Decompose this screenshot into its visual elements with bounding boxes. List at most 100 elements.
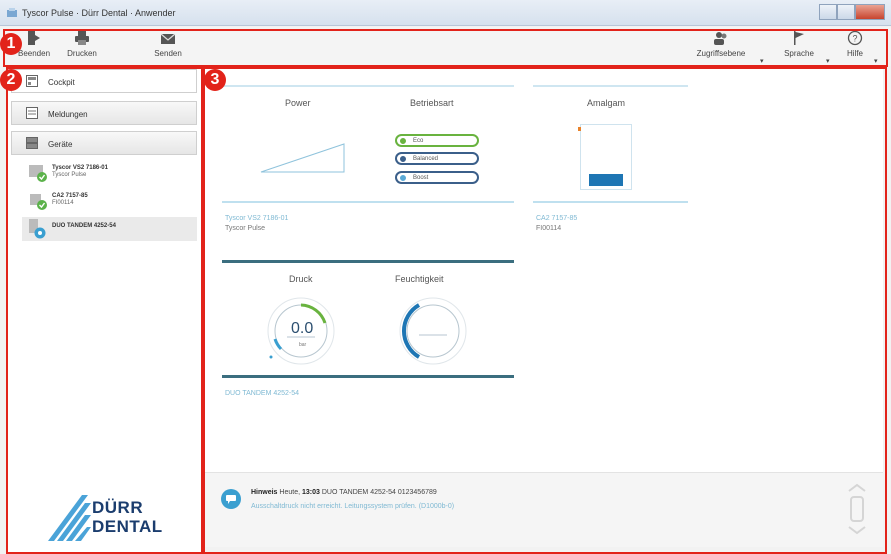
mode-balanced-label: Balanced (413, 156, 439, 162)
chat-bubble-icon (221, 489, 241, 509)
help-icon: ? (847, 30, 863, 46)
notification-scroll-icon[interactable] (845, 481, 869, 537)
nav-meldungen[interactable]: Meldungen (11, 101, 197, 125)
device-name: Tyscor VS2 7186-01 (52, 165, 108, 171)
card-divider (533, 85, 688, 87)
card-divider (533, 201, 688, 203)
devices-icon (26, 137, 38, 149)
maximize-button[interactable] (837, 4, 855, 20)
notification-detail[interactable]: Ausschaltdruck nicht erreicht. Leitungss… (251, 503, 454, 510)
notification-day: Heute, (279, 489, 301, 496)
toolbar: Beenden Drucken Senden Zugriffsebene ▾ S… (0, 27, 891, 66)
minimize-button[interactable] (819, 4, 837, 20)
window-title: Tyscor Pulse · Dürr Dental · Anwender (22, 8, 176, 18)
hilfe-caret-icon[interactable]: ▾ (874, 57, 878, 65)
card-divider (222, 201, 514, 203)
card1-device-link[interactable]: Tyscor VS2 7186-01 (225, 215, 288, 222)
device-sub: FI00114 (52, 200, 74, 206)
mode-eco-radio-icon (399, 137, 407, 145)
humidity-gauge (399, 297, 467, 365)
zugriffsebene-button[interactable]: Zugriffsebene (693, 30, 749, 64)
printer-icon (75, 31, 89, 45)
hilfe-button[interactable]: ? Hilfe (840, 30, 870, 64)
senden-label: Senden (154, 49, 182, 58)
device-item[interactable]: Tyscor VS2 7186-01 Tyscor Pulse (28, 163, 198, 189)
flag-icon (794, 31, 804, 45)
zugriffsebene-caret-icon[interactable]: ▾ (760, 57, 764, 65)
nav-geraete[interactable]: Geräte (11, 131, 197, 155)
device-item[interactable]: CA2 7157-85 FI00114 (28, 191, 198, 217)
cockpit-panel: Power Betriebsart Eco Balanced Boost Tys… (205, 67, 883, 547)
power-title: Power (285, 98, 311, 108)
callout-marker-2: 2 (0, 69, 22, 91)
drucken-button[interactable]: Drucken (62, 30, 102, 64)
sprache-label: Sprache (784, 49, 814, 58)
hilfe-label: Hilfe (846, 49, 863, 58)
beenden-label: Beenden (17, 49, 51, 58)
callout-marker-3: 3 (204, 69, 226, 91)
card-divider (222, 260, 514, 263)
mode-boost-label: Boost (413, 175, 429, 181)
mode-boost-button[interactable]: Boost (395, 171, 479, 184)
device-item-selected[interactable]: DUO TANDEM 4252-54 (22, 217, 197, 241)
card2-device-link[interactable]: CA2 7157-85 (536, 215, 577, 222)
device-sub: Tyscor Pulse (52, 172, 87, 178)
device-status-ok-icon (29, 165, 47, 182)
notification-header: Hinweis Heute, 13:03 DUO TANDEM 4252-54 … (251, 489, 437, 496)
senden-button[interactable]: Senden (148, 30, 188, 64)
messages-icon (26, 107, 38, 119)
notification-bar: Hinweis Heute, 13:03 DUO TANDEM 4252-54 … (205, 472, 883, 547)
close-button[interactable] (855, 4, 885, 20)
envelope-icon (160, 33, 176, 44)
nav-cockpit-label: Cockpit (48, 78, 75, 87)
mode-eco-label: Eco (413, 138, 424, 144)
druck-title: Druck (289, 274, 313, 284)
feuchtigkeit-title: Feuchtigkeit (395, 274, 444, 284)
device-name: CA2 7157-85 (52, 193, 88, 199)
sprache-button[interactable]: Sprache (777, 30, 821, 64)
device-status-ok-icon (30, 194, 47, 210)
amalgam-warning-marker (578, 127, 581, 131)
mode-boost-radio-icon (399, 174, 407, 182)
notification-type: Hinweis (251, 489, 278, 496)
card3-device-link[interactable]: DUO TANDEM 4252-54 (225, 390, 299, 397)
pressure-value: 0.0 (291, 320, 314, 337)
logo-stripes-icon (48, 495, 91, 541)
amalgam-fill-bar (589, 174, 623, 186)
nav-meldungen-label: Meldungen (48, 110, 88, 119)
nav-geraete-label: Geräte (48, 140, 73, 149)
cockpit-icon (26, 75, 38, 87)
sidebar: Cockpit Meldungen Geräte Tyscor VS2 7186… (8, 67, 201, 554)
nav-cockpit[interactable]: Cockpit (11, 69, 197, 93)
window-controls (819, 4, 885, 20)
logo-text-line1: DÜRR (92, 498, 144, 517)
zugriffsebene-label: Zugriffsebene (696, 49, 746, 58)
duerr-dental-logo: DÜRR DENTAL (48, 489, 168, 541)
device-status-info-icon (29, 219, 46, 239)
device-name: DUO TANDEM 4252-54 (52, 223, 116, 229)
drucken-label: Drucken (67, 49, 97, 58)
exit-icon (28, 31, 40, 45)
mode-balanced-button[interactable]: Balanced (395, 152, 479, 165)
card-divider (222, 85, 514, 87)
mode-eco-button[interactable]: Eco (395, 134, 479, 147)
logo-text-line2: DENTAL (92, 517, 163, 536)
card1-device-sub: Tyscor Pulse (225, 225, 266, 232)
callout-marker-1: 1 (0, 33, 22, 55)
pressure-unit: bar (299, 342, 307, 348)
app-icon (7, 8, 17, 17)
card-divider (222, 375, 514, 378)
notification-time: 13:03 (301, 489, 320, 496)
svg-text:?: ? (852, 34, 857, 44)
sprache-caret-icon[interactable]: ▾ (826, 57, 830, 65)
users-icon (714, 32, 727, 45)
amalgam-level-gauge (580, 124, 632, 190)
betriebsart-title: Betriebsart (410, 98, 454, 108)
power-gauge-icon (260, 143, 345, 173)
title-bar: Tyscor Pulse · Dürr Dental · Anwender (0, 0, 891, 26)
card2-device-sub: FI00114 (536, 225, 562, 232)
app-window: Tyscor Pulse · Dürr Dental · Anwender Be… (0, 0, 891, 554)
amalgam-title: Amalgam (587, 98, 626, 108)
notification-text: DUO TANDEM 4252-54 0123456789 (321, 489, 437, 496)
mode-balanced-radio-icon (399, 155, 407, 163)
